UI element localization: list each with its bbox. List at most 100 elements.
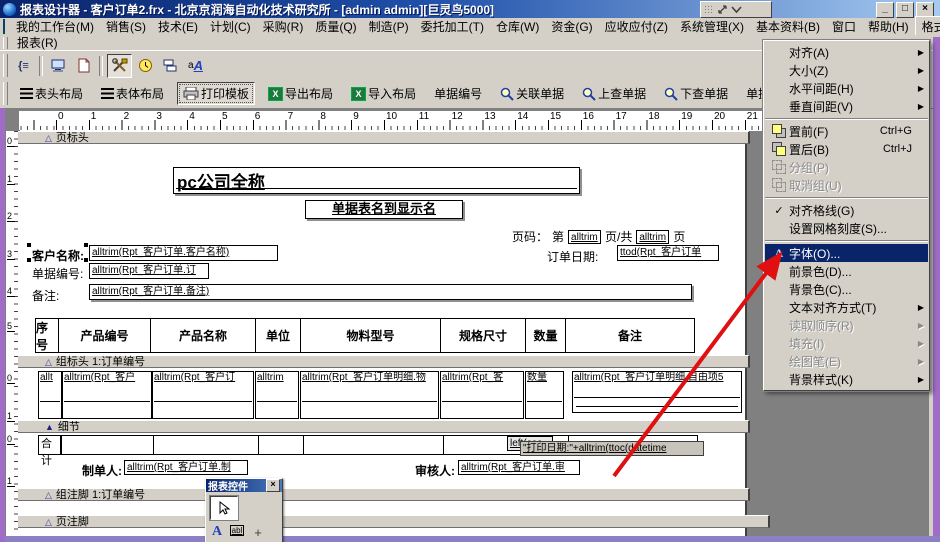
table-header-cell[interactable]: 序号	[36, 319, 59, 352]
menu-item-8[interactable]: 仓库(W)	[490, 17, 545, 36]
format-menu-item-0[interactable]: 对齐(A)▶	[765, 43, 928, 61]
table-header-cell[interactable]: 产品编号	[59, 319, 151, 352]
cross-tool-icon[interactable]: +	[250, 521, 266, 542]
menu-item-1[interactable]: 销售(S)	[100, 17, 152, 36]
doc-no-label[interactable]: 单据编号:	[32, 265, 83, 282]
tools-icon[interactable]	[107, 54, 132, 78]
format-menu-item-5[interactable]: 置前(F)Ctrl+G	[765, 122, 928, 140]
toolbar-button-5[interactable]: 单据编号	[429, 83, 487, 104]
menu-item-11[interactable]: 系统管理(X)	[674, 17, 750, 36]
band-page-header[interactable]: △页标头	[18, 131, 750, 144]
toolbox-title-bar[interactable]: 报表控件 ×	[206, 479, 282, 492]
report-controls-toolbox[interactable]: 报表控件 × A abl +	[205, 478, 283, 542]
detail-field-3[interactable]: alltrim	[255, 371, 299, 419]
toolbar-button-0[interactable]: 表头布局	[15, 83, 88, 104]
restore-button[interactable]: □	[896, 2, 914, 18]
toolbar-button-6[interactable]: 关联单据	[495, 83, 569, 104]
form-title-field[interactable]: 单据表名到显示名	[305, 200, 463, 219]
customer-field[interactable]: alltrim(Rpt_客户订单.客户名称)	[89, 245, 278, 261]
order-date-field[interactable]: ttod(Rpt_客户订单	[617, 245, 719, 261]
maker-label[interactable]: 制单人:	[82, 462, 122, 479]
menu-item-2[interactable]: 技术(E)	[152, 17, 204, 36]
floating-toolbar-handle[interactable]	[700, 1, 772, 18]
total-row-cell[interactable]	[304, 436, 444, 454]
menu-item-14[interactable]: 帮助(H)	[862, 17, 915, 36]
doc-no-field[interactable]: alltrim(Rpt_客户订单.订	[89, 263, 209, 279]
total-row-cell[interactable]	[154, 436, 259, 454]
font-style-icon[interactable]: aA	[184, 55, 207, 77]
checker-field[interactable]: alltrim(Rpt_客户订单.审	[458, 460, 580, 475]
menu-item-5[interactable]: 质量(Q)	[309, 17, 362, 36]
chevron-down-icon[interactable]	[731, 6, 742, 14]
toolbar-button-2[interactable]: 打印模板	[177, 82, 255, 105]
menu-item-10[interactable]: 应收应付(Z)	[599, 17, 674, 36]
format-menu-item-3[interactable]: 垂直间距(V)▶	[765, 97, 928, 115]
toolbar-button-4[interactable]: X导入布局	[346, 83, 421, 104]
collapse-triangle-icon[interactable]: △	[45, 357, 52, 367]
format-menu-item-2[interactable]: 水平间距(H)▶	[765, 79, 928, 97]
detail-field-7[interactable]: alltrim(Rpt_客户订单明细.自由项5	[572, 371, 742, 413]
table-header-cell[interactable]: 备注	[566, 319, 694, 352]
detail-field-2[interactable]: alltrim(Rpt_客户订	[152, 371, 254, 419]
format-menu-item-11[interactable]: 设置网格刻度(S)...	[765, 219, 928, 237]
order-date-label[interactable]: 订单日期:	[547, 248, 598, 265]
toolbar-grip[interactable]	[3, 82, 8, 105]
select-cursor-icon[interactable]	[210, 496, 238, 520]
format-menu-item-16[interactable]: 文本对齐方式(T)▶	[765, 298, 928, 316]
pageno-field-2[interactable]: alltrim	[636, 230, 669, 244]
table-header-cell[interactable]: 产品名称	[151, 319, 256, 352]
toolbox-close-icon[interactable]: ×	[266, 479, 280, 492]
layout-icon[interactable]	[159, 55, 182, 77]
toolbar-button-7[interactable]: 上查单据	[577, 83, 651, 104]
toolbar-grip[interactable]	[3, 54, 8, 77]
detail-field-1[interactable]: alltrim(Rpt_客户	[62, 371, 152, 419]
total-row-cell[interactable]	[259, 436, 304, 454]
menu-item-4[interactable]: 采购(R)	[257, 17, 310, 36]
band-group-header[interactable]: △组标头 1:订单编号	[18, 355, 750, 368]
format-menu-item-1[interactable]: 大小(Z)▶	[765, 61, 928, 79]
total-row-cell[interactable]	[62, 436, 154, 454]
maker-field[interactable]: alltrim(Rpt_客户订单.制	[124, 460, 248, 475]
label-tool-icon[interactable]: A	[208, 521, 226, 542]
collapse-triangle-icon[interactable]: △	[45, 133, 52, 143]
company-title-field[interactable]: pc公司全称	[173, 167, 580, 194]
format-menu-item-14[interactable]: 前景色(D)...	[765, 262, 928, 280]
print-date-field[interactable]: "打印日期:"+alltrim(ttoc(datetime	[520, 441, 704, 456]
format-menu-item-13[interactable]: A字体(O)...	[765, 244, 928, 262]
collapse-triangle-icon[interactable]: ▲	[45, 422, 54, 432]
band-detail[interactable]: ▲细节	[18, 420, 750, 433]
band-page-footer[interactable]: △页注脚	[18, 515, 770, 528]
history-clock-icon[interactable]	[134, 55, 157, 77]
checker-label[interactable]: 审核人:	[415, 462, 455, 479]
menu-item-3[interactable]: 计划(C)	[204, 17, 257, 36]
detail-field-5[interactable]: alltrim(Rpt_客	[440, 371, 524, 419]
menu-item-9[interactable]: 资金(G)	[545, 17, 598, 36]
table-header-cell[interactable]: 单位	[256, 319, 301, 352]
menu-item-13[interactable]: 窗口	[826, 17, 862, 36]
format-menu-item-10[interactable]: ✓对齐格线(G)	[765, 201, 928, 219]
band-group-footer[interactable]: △组注脚 1:订单编号	[18, 488, 750, 501]
computer-icon[interactable]	[47, 55, 70, 77]
toolbar-button-8[interactable]: 下查单据	[659, 83, 733, 104]
pageno-field-1[interactable]: alltrim	[568, 230, 601, 244]
table-header-cell[interactable]: 物料型号	[301, 319, 441, 352]
collapse-triangle-icon[interactable]: △	[45, 517, 52, 527]
toolbar-button-3[interactable]: X导出布局	[263, 83, 338, 104]
textbox-tool-icon[interactable]: abl	[228, 523, 246, 537]
format-menu-item-15[interactable]: 背景色(C)...	[765, 280, 928, 298]
table-header-cell[interactable]: 规格尺寸	[441, 319, 526, 352]
format-menu-item-20[interactable]: 背景样式(K)▶	[765, 370, 928, 388]
collapse-triangle-icon[interactable]: △	[45, 490, 52, 500]
format-menu-item-6[interactable]: 置后(B)Ctrl+J	[765, 140, 928, 158]
menu-item-6[interactable]: 制造(P)	[363, 17, 415, 36]
toolbar-grip[interactable]	[3, 37, 8, 49]
minimize-button[interactable]: _	[876, 2, 894, 18]
new-document-icon[interactable]	[72, 55, 95, 77]
detail-field-6[interactable]: 数量	[525, 371, 564, 419]
menu-item-7[interactable]: 委托加工(T)	[415, 17, 490, 36]
title-bar[interactable]: 报表设计器 - 客户订单2.frx - 北京京润海自动化技术研究所 - [adm…	[0, 0, 940, 18]
toolbar-button-1[interactable]: 表体布局	[96, 83, 169, 104]
customer-label[interactable]: 客户名称:	[32, 247, 84, 264]
table-header-cell[interactable]: 数量	[526, 319, 566, 352]
menu-item-12[interactable]: 基本资料(B)	[750, 17, 826, 36]
